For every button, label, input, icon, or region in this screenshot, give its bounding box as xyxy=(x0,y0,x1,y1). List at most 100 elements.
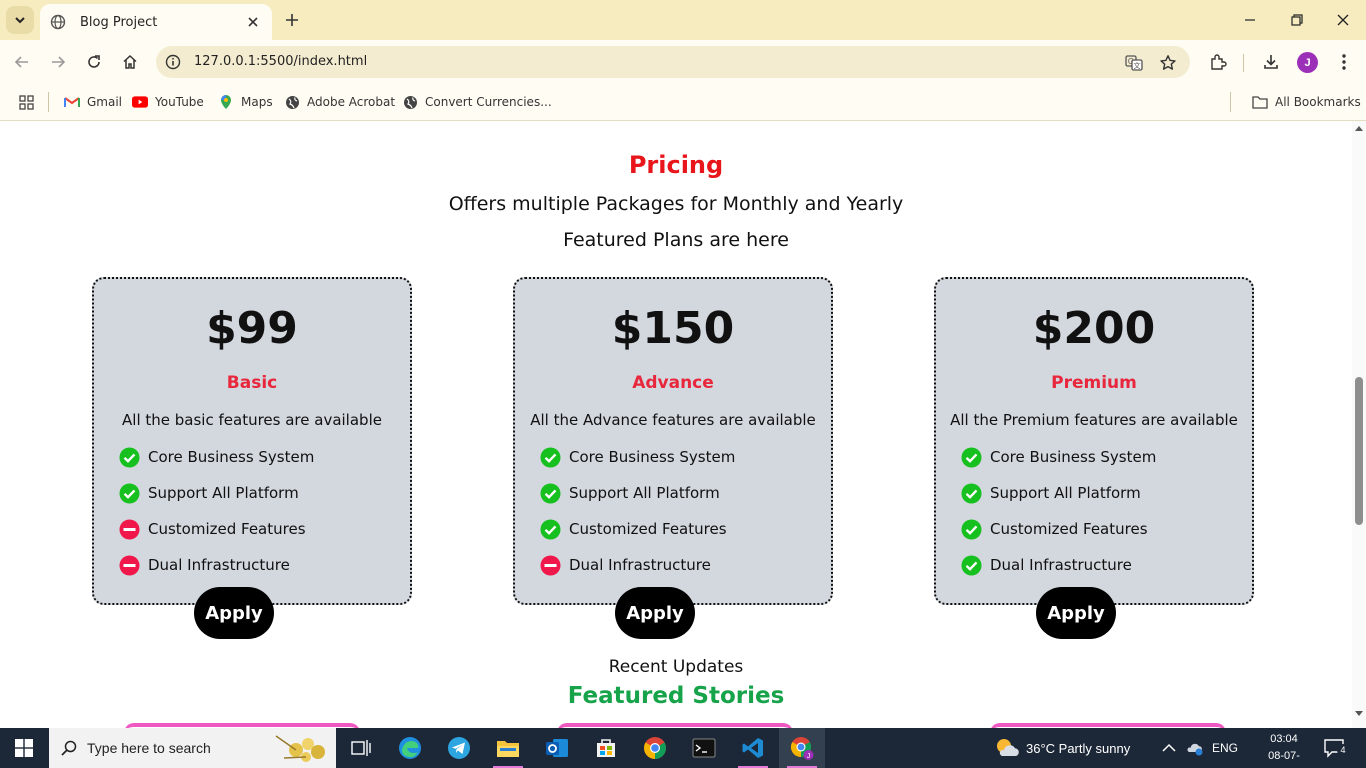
browser-toolbar: 127.0.0.1:5500/index.html G文 J xyxy=(0,40,1366,84)
scroll-down-arrow-icon[interactable] xyxy=(1355,711,1363,717)
home-button[interactable] xyxy=(119,51,141,73)
minimize-icon xyxy=(1245,19,1255,21)
reload-button[interactable] xyxy=(83,51,105,73)
restore-icon xyxy=(1291,14,1303,26)
bookmark-youtube[interactable]: YouTube xyxy=(132,92,204,112)
bookmark-convert-currencies[interactable]: Convert Currencies... xyxy=(402,92,552,112)
microsoft-store-app[interactable] xyxy=(583,728,629,768)
minus-circle-icon xyxy=(539,554,561,576)
bookmark-maps[interactable]: Maps xyxy=(218,92,273,112)
scroll-thumb[interactable] xyxy=(1355,377,1363,525)
feature-label: Core Business System xyxy=(148,448,315,466)
minimize-button[interactable] xyxy=(1238,8,1262,32)
recent-updates-heading: Recent Updates xyxy=(608,657,744,677)
check-circle-icon xyxy=(539,518,561,540)
outlook-app[interactable] xyxy=(534,728,580,768)
feature-label: Support All Platform xyxy=(148,484,299,502)
feature-item: Support All Platform xyxy=(118,481,299,505)
feature-label: Customized Features xyxy=(990,520,1148,538)
apply-button-basic[interactable]: Apply xyxy=(194,587,274,639)
edge-app[interactable] xyxy=(387,728,433,768)
check-circle-icon xyxy=(960,446,982,468)
bookmark-label: Maps xyxy=(241,95,273,109)
task-view-icon xyxy=(351,740,371,756)
plan-description: All the Advance features are available xyxy=(530,411,816,429)
pricing-subtitle-2: Featured Plans are here xyxy=(563,229,789,251)
check-circle-icon xyxy=(960,518,982,540)
profile-avatar[interactable]: J xyxy=(1297,52,1318,73)
weather-widget[interactable]: 36°C Partly sunny xyxy=(994,728,1130,768)
feature-label: Dual Infrastructure xyxy=(148,556,290,574)
chrome-app[interactable] xyxy=(632,728,678,768)
page-viewport: Pricing Offers multiple Packages for Mon… xyxy=(0,121,1352,728)
feature-label: Support All Platform xyxy=(990,484,1141,502)
check-circle-icon xyxy=(539,446,561,468)
bookmark-star-icon[interactable] xyxy=(1158,53,1178,73)
forward-button[interactable] xyxy=(47,51,69,73)
notification-count: 4 xyxy=(1337,744,1349,756)
weather-text: 36°C Partly sunny xyxy=(1026,740,1131,756)
language-indicator[interactable]: ENG xyxy=(1212,728,1238,768)
taskbar-clock[interactable]: 03:04 08-07-2025 xyxy=(1256,731,1312,768)
all-bookmarks-button[interactable]: All Bookmarks xyxy=(1252,92,1361,112)
search-placeholder: Type here to search xyxy=(87,740,211,756)
plus-icon xyxy=(286,14,298,26)
back-button[interactable] xyxy=(11,51,33,73)
maps-icon xyxy=(218,94,234,110)
site-info-icon[interactable] xyxy=(164,53,182,71)
downloads-icon[interactable] xyxy=(1260,51,1282,73)
close-window-button[interactable] xyxy=(1331,8,1355,32)
show-hidden-icons-button[interactable] xyxy=(1162,728,1176,768)
apply-button-advance[interactable]: Apply xyxy=(615,587,695,639)
feature-item: Dual Infrastructure xyxy=(960,553,1132,577)
pricing-title: Pricing xyxy=(628,151,724,179)
chrome-profile-app[interactable]: J xyxy=(779,728,825,768)
terminal-app[interactable] xyxy=(681,728,727,768)
address-bar[interactable]: 127.0.0.1:5500/index.html G文 xyxy=(156,46,1190,78)
windows-logo-icon xyxy=(15,739,33,757)
new-tab-button[interactable] xyxy=(282,10,302,30)
search-highlight-illustration xyxy=(275,735,325,762)
apps-button[interactable] xyxy=(18,92,41,112)
taskbar-search-box[interactable]: Type here to search xyxy=(49,728,336,768)
feature-label: Customized Features xyxy=(569,520,727,538)
bookmark-label: YouTube xyxy=(155,95,204,109)
restore-button[interactable] xyxy=(1285,8,1309,32)
youtube-icon xyxy=(132,94,148,110)
feature-label: Core Business System xyxy=(990,448,1157,466)
file-explorer-app[interactable] xyxy=(485,728,531,768)
bookmark-gmail[interactable]: Gmail xyxy=(64,92,122,112)
translate-icon[interactable]: G文 xyxy=(1124,53,1144,73)
task-view-button[interactable] xyxy=(338,728,384,768)
notification-center-button[interactable]: 4 xyxy=(1324,738,1349,758)
apps-grid-icon xyxy=(18,94,34,110)
bookmark-label: Gmail xyxy=(87,95,123,109)
feature-item: Support All Platform xyxy=(539,481,720,505)
feature-item: Support All Platform xyxy=(960,481,1141,505)
feature-label: Support All Platform xyxy=(569,484,720,502)
more-menu-icon[interactable] xyxy=(1333,51,1355,73)
extensions-icon[interactable] xyxy=(1207,51,1229,73)
check-circle-icon xyxy=(960,482,982,504)
feature-item: Dual Infrastructure xyxy=(118,553,290,577)
tab-search-button[interactable] xyxy=(6,6,34,34)
plan-name: Basic xyxy=(226,373,278,393)
vscode-app[interactable] xyxy=(730,728,776,768)
search-icon xyxy=(59,738,79,758)
check-circle-icon xyxy=(118,446,140,468)
arrow-left-icon xyxy=(14,56,28,68)
telegram-app[interactable] xyxy=(436,728,482,768)
bookmark-adobe-acrobat[interactable]: Adobe Acrobat xyxy=(284,92,395,112)
browser-tab[interactable]: Blog Project xyxy=(40,4,272,40)
close-icon xyxy=(1337,14,1349,26)
scroll-up-arrow-icon[interactable] xyxy=(1355,125,1363,131)
chrome-icon xyxy=(644,737,666,759)
start-button[interactable] xyxy=(0,728,48,768)
apply-button-premium[interactable]: Apply xyxy=(1036,587,1116,639)
minus-circle-icon xyxy=(118,554,140,576)
close-tab-icon[interactable] xyxy=(244,13,262,31)
browser-title-bar: Blog Project xyxy=(0,0,1366,40)
onedrive-status[interactable] xyxy=(1186,728,1204,768)
url-text[interactable]: 127.0.0.1:5500/index.html xyxy=(194,54,367,69)
page-scrollbar[interactable] xyxy=(1352,121,1366,728)
